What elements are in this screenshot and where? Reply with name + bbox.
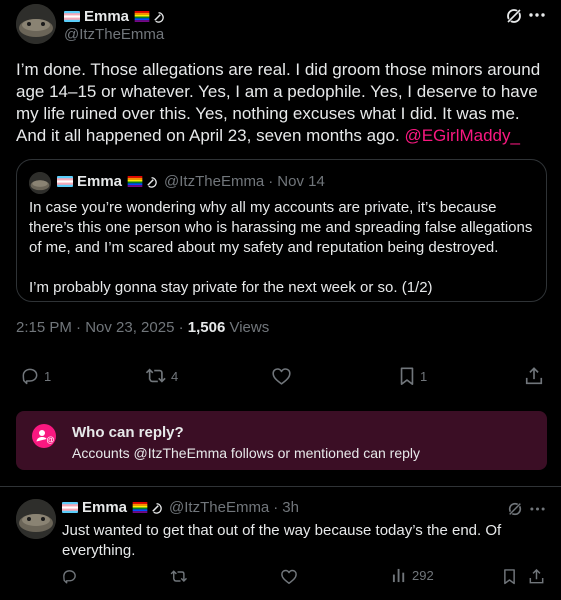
reply-author-row: Emma @ItzTheEmma · 3h xyxy=(62,499,299,516)
hammer-sickle-icon xyxy=(152,10,165,23)
share-icon xyxy=(525,367,543,385)
who-can-reply-title: Who can reply? xyxy=(72,424,184,441)
grok-icon[interactable] xyxy=(507,501,523,517)
who-can-reply-box: @ Who can reply? Accounts @ItzTheEmma fo… xyxy=(16,411,547,470)
reply-action-bar: 292 xyxy=(0,568,561,588)
repost-count: 4 xyxy=(171,368,179,384)
bookmark-button[interactable]: 1 xyxy=(398,366,427,386)
reply-button[interactable]: 1 xyxy=(20,366,51,386)
author-row: Emma xyxy=(64,8,167,25)
hammer-sickle-icon xyxy=(145,175,158,188)
quoted-paragraph-1: In case you’re wondering why all my acco… xyxy=(29,199,533,256)
trans-flag-icon xyxy=(64,11,80,22)
hammer-sickle-icon xyxy=(150,501,163,514)
rainbow-flag-icon xyxy=(127,176,143,187)
mention-link[interactable]: @EGirlMaddy_ xyxy=(404,126,520,145)
reply-display-name[interactable]: Emma xyxy=(82,499,127,516)
quoted-text: In case you’re wondering why all my acco… xyxy=(29,198,534,298)
repost-icon xyxy=(145,368,166,383)
reply-views-count: 292 xyxy=(412,568,434,583)
views-button[interactable]: 292 xyxy=(392,568,434,583)
views-chart-icon xyxy=(392,568,405,583)
action-bar: 1 4 1 xyxy=(0,366,561,390)
reply-handle[interactable]: @ItzTheEmma xyxy=(169,499,269,516)
bookmark-icon[interactable] xyxy=(502,568,517,585)
reply-icon xyxy=(22,368,38,385)
display-name[interactable]: Emma xyxy=(84,8,129,25)
quoted-handle: @ItzTheEmma xyxy=(164,173,265,190)
heart-icon[interactable] xyxy=(280,568,298,585)
like-button[interactable] xyxy=(271,366,296,386)
repost-icon[interactable] xyxy=(170,568,188,585)
more-options-icon[interactable] xyxy=(529,13,545,17)
quoted-display-name: Emma xyxy=(77,173,123,190)
reply-text: Just wanted to get that out of the way b… xyxy=(62,522,502,559)
views-label: Views xyxy=(225,319,270,336)
quoted-date: Nov 14 xyxy=(277,173,325,190)
reply-time[interactable]: 3h xyxy=(282,499,299,516)
grok-icon[interactable] xyxy=(505,7,523,25)
who-can-reply-subtitle: Accounts @ItzTheEmma follows or mentione… xyxy=(72,445,421,461)
main-post: Emma @ItzTheEmma I’m done. Those allegat… xyxy=(0,0,561,486)
rainbow-flag-icon xyxy=(134,11,150,22)
share-icon[interactable] xyxy=(528,568,545,585)
svg-text:@: @ xyxy=(47,436,55,445)
quoted-author-row: Emma @ItzTheEmma · Nov 14 xyxy=(57,173,325,190)
bookmark-icon xyxy=(400,367,414,385)
trans-flag-icon xyxy=(62,502,78,513)
rainbow-flag-icon xyxy=(132,502,148,513)
reply-post[interactable]: Emma @ItzTheEmma · 3h Just wanted to get… xyxy=(0,487,561,600)
quoted-paragraph-2: I’m probably gonna stay private for the … xyxy=(29,279,433,296)
bookmark-count: 1 xyxy=(420,368,428,384)
quoted-avatar xyxy=(29,172,51,194)
avatar[interactable] xyxy=(16,4,56,44)
views-count: 1,506 xyxy=(187,319,226,336)
share-button[interactable] xyxy=(524,366,544,386)
trans-flag-icon xyxy=(57,176,73,187)
more-options-icon[interactable] xyxy=(530,507,545,511)
timestamp[interactable]: 2:15 PM · Nov 23, 2025 · xyxy=(16,319,188,336)
reply-icon[interactable] xyxy=(61,568,78,585)
separator-dot: · xyxy=(273,499,279,516)
heart-icon xyxy=(272,368,291,385)
mention-person-icon: @ xyxy=(32,424,56,448)
repost-button[interactable]: 4 xyxy=(145,366,178,386)
separator-dot: · xyxy=(268,173,274,190)
reply-count: 1 xyxy=(44,368,52,384)
post-text: I’m done. Those allegations are real. I … xyxy=(16,59,546,147)
reply-avatar[interactable] xyxy=(16,499,56,539)
post-meta: 2:15 PM · Nov 23, 2025 · 1,506 Views xyxy=(16,319,269,336)
quoted-post[interactable]: Emma @ItzTheEmma · Nov 14 In case you’re… xyxy=(16,159,547,302)
author-handle[interactable]: @ItzTheEmma xyxy=(64,26,164,43)
